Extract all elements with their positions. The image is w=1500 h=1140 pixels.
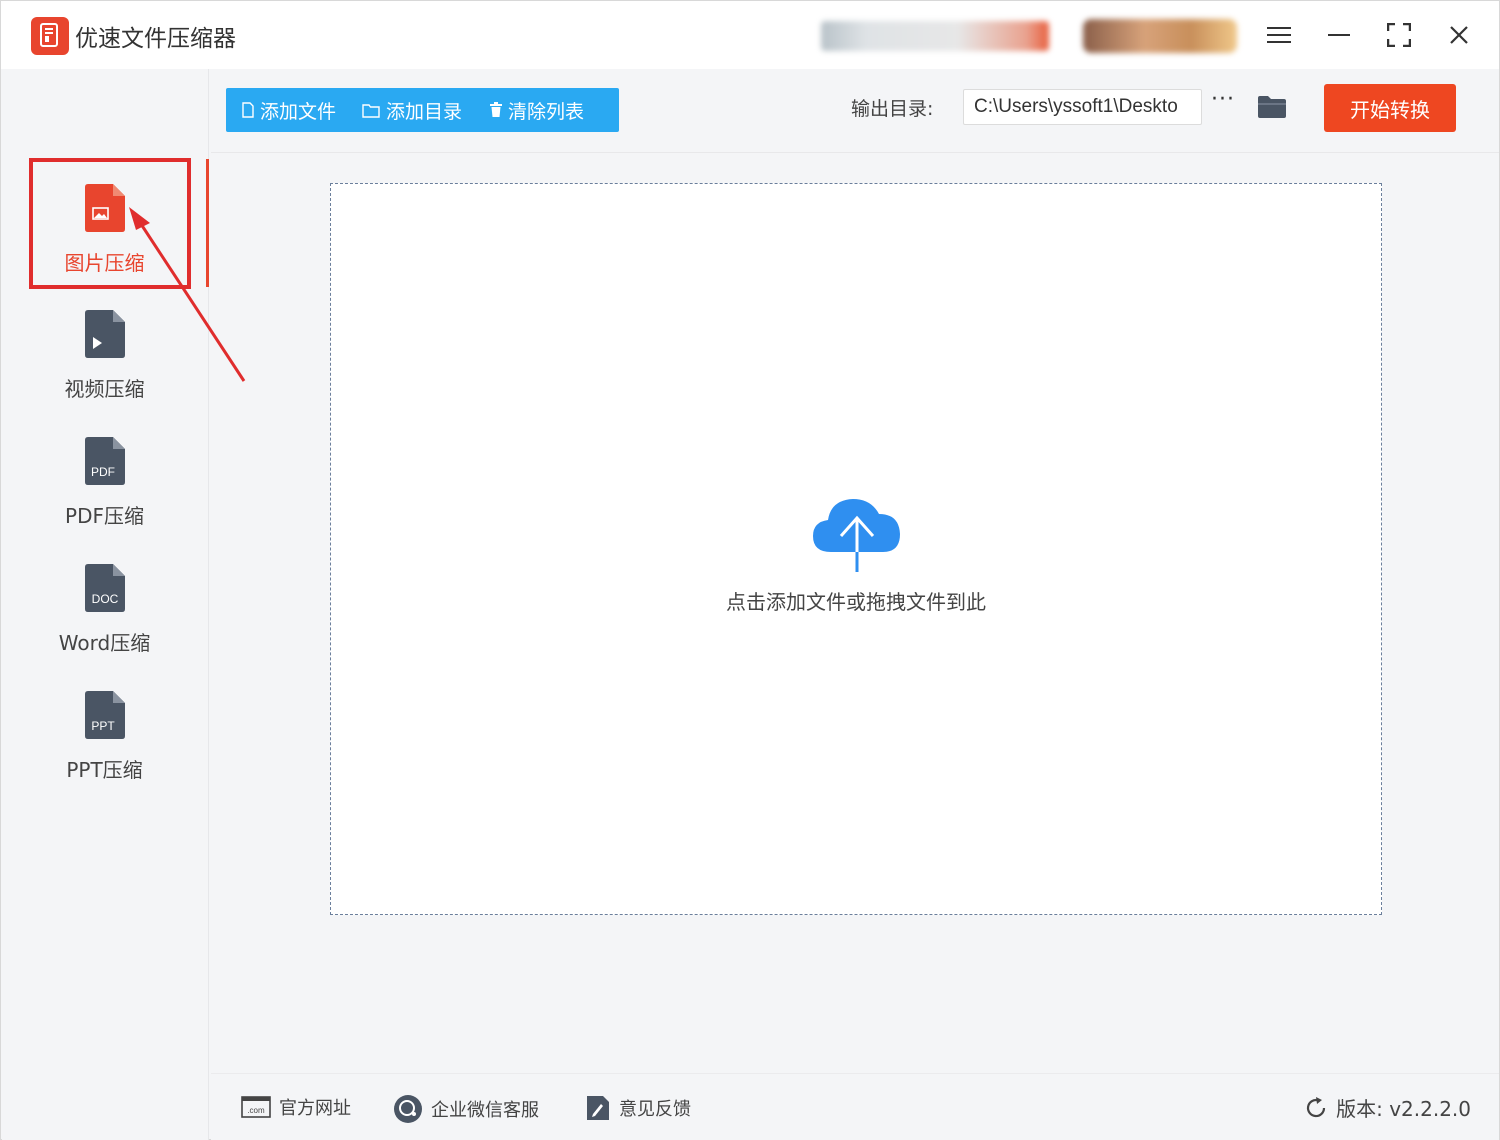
drop-zone-hint: 点击添加文件或拖拽文件到此 bbox=[726, 590, 986, 614]
refresh-icon bbox=[1304, 1096, 1328, 1120]
output-dir-field[interactable]: C:\Users\yssoft1\Deskto bbox=[963, 89, 1202, 125]
feedback-link[interactable]: 意见反馈 bbox=[585, 1094, 691, 1122]
clear-list-label: 清除列表 bbox=[508, 100, 585, 123]
cloud-upload-icon bbox=[811, 496, 903, 580]
file-icon bbox=[242, 102, 254, 118]
title-bar: 优速文件压缩器 bbox=[1, 1, 1499, 69]
doc-badge: DOC bbox=[91, 592, 118, 606]
toolbar: 添加文件 添加目录 清除列表 输出目录: C:\Users\yssoft1\De… bbox=[211, 69, 1499, 153]
annotation-highlight-box bbox=[29, 158, 191, 289]
wechat-icon bbox=[393, 1094, 423, 1124]
sidebar-item-label: Word压缩 bbox=[58, 631, 151, 655]
file-button-group: 添加文件 添加目录 清除列表 bbox=[226, 88, 619, 132]
trash-icon bbox=[490, 102, 503, 118]
sidebar-item-word-compress[interactable]: DOC Word压缩 bbox=[1, 563, 208, 683]
more-options-button[interactable]: ··· bbox=[1211, 87, 1235, 112]
add-file-label: 添加文件 bbox=[260, 100, 337, 123]
pdf-badge: PDF bbox=[91, 465, 115, 479]
official-website-label: 官方网址 bbox=[279, 1098, 351, 1119]
sidebar-item-label: PPT压缩 bbox=[66, 758, 143, 782]
pdf-file-icon: PDF bbox=[83, 436, 127, 486]
minimize-icon[interactable] bbox=[1319, 15, 1359, 55]
add-file-button[interactable]: 添加文件 bbox=[242, 88, 336, 132]
menu-icon[interactable] bbox=[1259, 15, 1299, 55]
sidebar-item-pdf-compress[interactable]: PDF PDF压缩 bbox=[1, 436, 208, 556]
footer: .com 官方网址 企业微信客服 意见反馈 版本: v2.2.2.0 bbox=[211, 1073, 1499, 1140]
folder-outline-icon bbox=[362, 103, 380, 118]
maximize-icon[interactable] bbox=[1379, 15, 1419, 55]
open-folder-icon[interactable] bbox=[1257, 95, 1287, 123]
svg-text:.com: .com bbox=[247, 1106, 265, 1115]
ppt-file-icon: PPT bbox=[83, 690, 127, 740]
blurred-vip-badge[interactable] bbox=[1083, 19, 1237, 53]
version-label: 版本: v2.2.2.0 bbox=[1336, 1097, 1471, 1121]
doc-file-icon: DOC bbox=[83, 563, 127, 613]
app-logo-icon bbox=[31, 17, 69, 55]
output-dir-label: 输出目录: bbox=[851, 98, 934, 120]
sidebar-item-label: PDF压缩 bbox=[65, 504, 144, 528]
sidebar-item-video-compress[interactable]: 视频压缩 bbox=[1, 309, 208, 429]
feedback-icon bbox=[585, 1094, 611, 1122]
add-folder-label: 添加目录 bbox=[386, 100, 463, 123]
website-icon: .com bbox=[241, 1095, 271, 1119]
version-info[interactable]: 版本: v2.2.2.0 bbox=[1304, 1093, 1471, 1122]
app-window: 优速文件压缩器 图片压缩 视频压缩 PDF PDF压缩 DOC Word压缩 P… bbox=[0, 0, 1500, 1140]
feedback-label: 意见反馈 bbox=[619, 1099, 691, 1120]
close-icon[interactable] bbox=[1439, 15, 1479, 55]
sidebar-item-label: 视频压缩 bbox=[64, 377, 145, 401]
active-indicator bbox=[206, 159, 209, 287]
official-website-link[interactable]: .com 官方网址 bbox=[241, 1094, 351, 1120]
blurred-account-info bbox=[821, 21, 1049, 51]
add-folder-button[interactable]: 添加目录 bbox=[362, 88, 462, 132]
file-drop-zone[interactable]: 点击添加文件或拖拽文件到此 bbox=[330, 183, 1382, 915]
wechat-support-label: 企业微信客服 bbox=[431, 1100, 539, 1121]
start-convert-button[interactable]: 开始转换 bbox=[1324, 84, 1456, 132]
ppt-badge: PPT bbox=[91, 719, 115, 733]
app-title: 优速文件压缩器 bbox=[75, 26, 236, 52]
clear-list-button[interactable]: 清除列表 bbox=[490, 88, 584, 132]
sidebar-item-ppt-compress[interactable]: PPT PPT压缩 bbox=[1, 690, 208, 810]
wechat-support-link[interactable]: 企业微信客服 bbox=[393, 1094, 539, 1124]
video-file-icon bbox=[83, 309, 127, 359]
